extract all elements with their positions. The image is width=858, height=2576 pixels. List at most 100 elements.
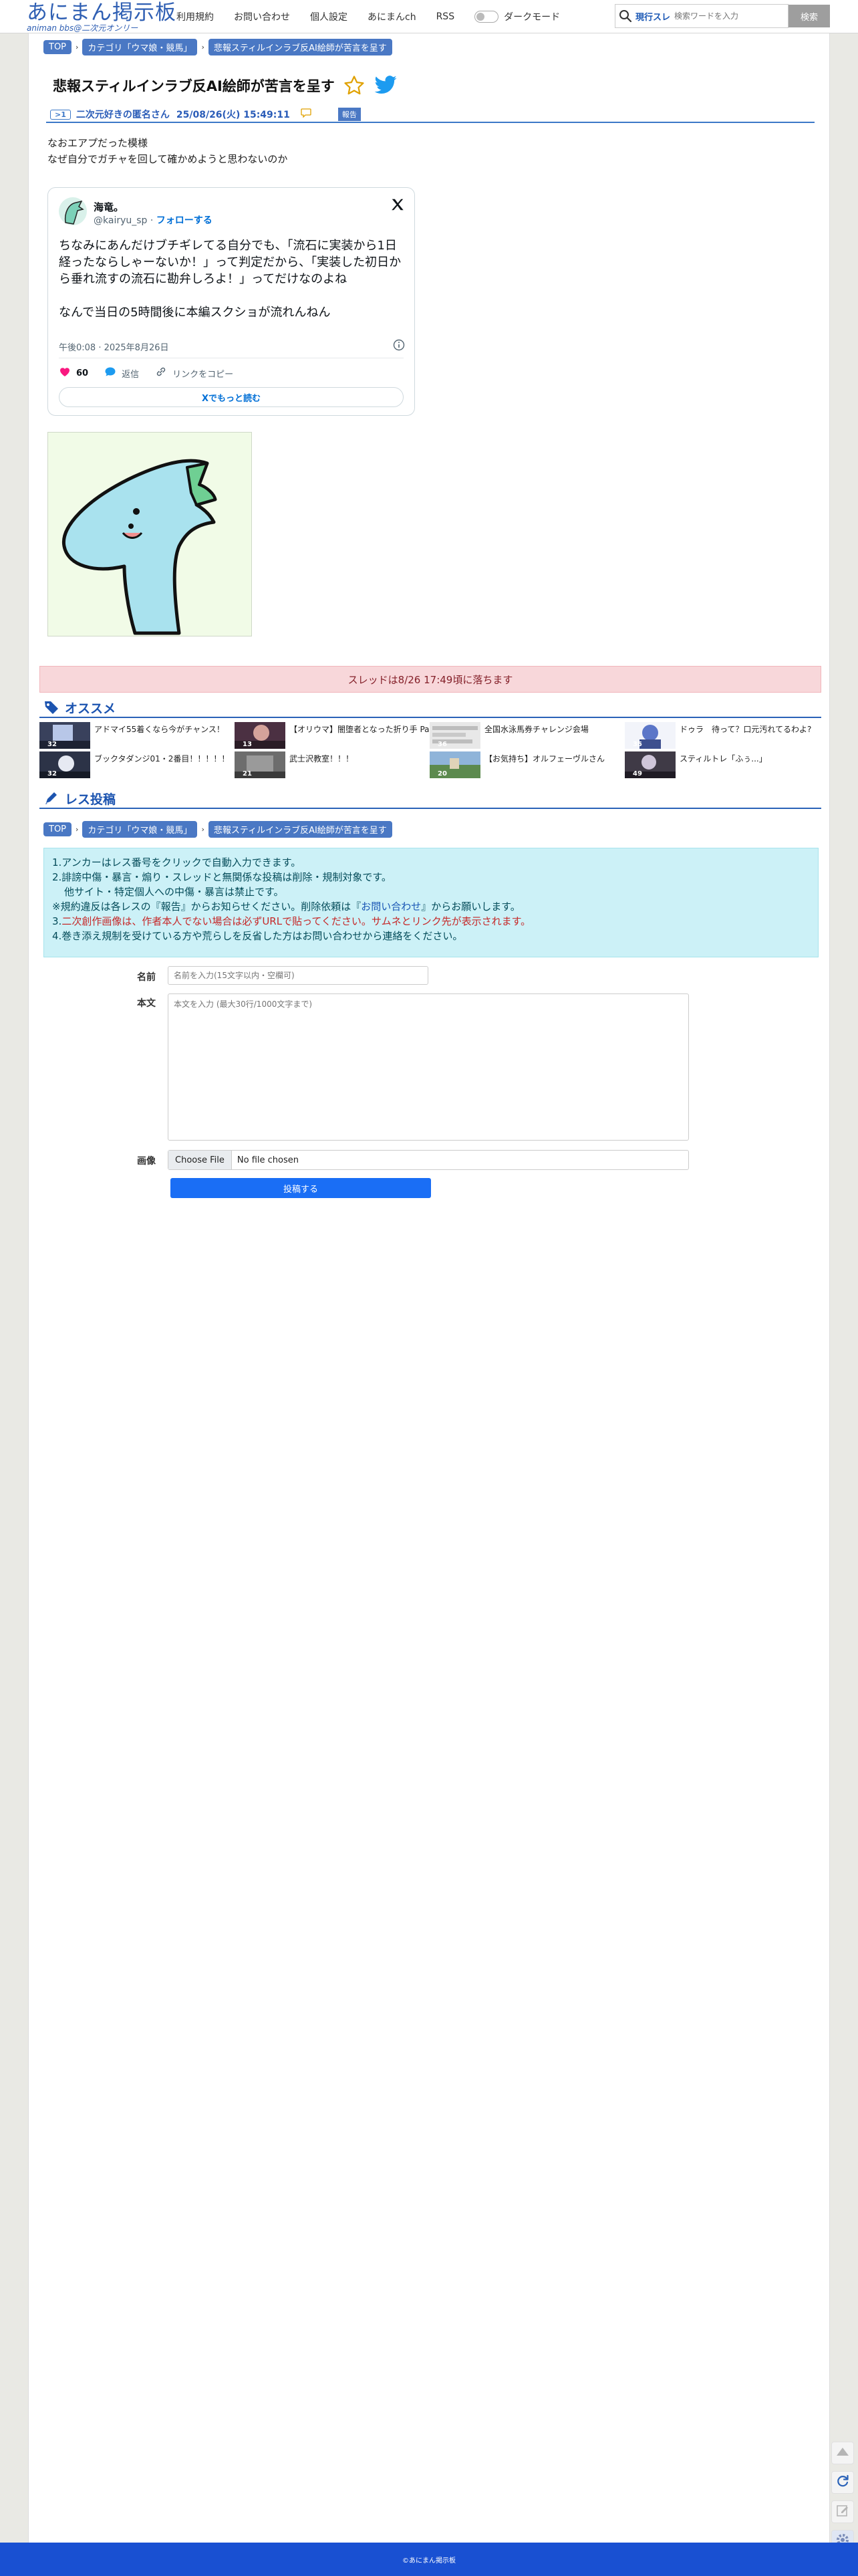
posting-rules: 1.アンカーはレス番号をクリックで自動入力できます。 2.誹謗中傷・暴言・煽り・… xyxy=(43,848,819,957)
search-category-select[interactable]: 現行スレ xyxy=(635,10,670,23)
recommend-count: 13 xyxy=(243,741,252,748)
choose-file-button[interactable]: Choose File xyxy=(168,1151,232,1169)
tweet-reply-label[interactable]: 返信 xyxy=(122,367,139,380)
breadcrumb-separator: › xyxy=(76,43,79,51)
recommend-item[interactable]: 49 スティルトレ「ふぅ...」 xyxy=(625,751,819,778)
search-icon xyxy=(615,6,635,26)
search-input[interactable] xyxy=(674,11,775,21)
search-box: 現行スレ xyxy=(615,4,789,28)
tweet-dot: · xyxy=(150,215,156,226)
speech-bubble-icon[interactable] xyxy=(104,366,116,380)
dark-mode-toggle[interactable] xyxy=(474,11,499,23)
site-logo[interactable]: あにまん掲示板 animan bbs@二次元オンリー xyxy=(27,1,176,33)
recommend-title-text[interactable]: ドゥラ 待って？口元汚れてるわよ? xyxy=(680,723,811,735)
dark-mode-label: ダークモード xyxy=(504,12,561,23)
thread-title: 悲報スティルインラブ反AI絵師が苦言を呈す xyxy=(53,78,335,94)
rule-text: 3. xyxy=(52,915,62,927)
recommend-count: 35 xyxy=(633,741,642,748)
recommend-title-text[interactable]: ブックタダンジ01・2番目！！！！！ xyxy=(94,753,229,764)
recommend-item[interactable]: 32 ブックタダンジ01・2番目！！！！！ xyxy=(39,751,233,778)
tweet-handle[interactable]: @kairyu_sp xyxy=(94,215,147,226)
breadcrumb-top[interactable]: TOP xyxy=(43,40,72,54)
recommend-title-text[interactable]: 【お気持ち】オルフェーヴルさん xyxy=(484,753,605,764)
rule-line: ※規約違反は各レスの『報告』からお知らせください。削除依頼は『お問い合わせ』から… xyxy=(52,899,810,914)
nav-terms[interactable]: 利用規約 xyxy=(176,10,214,23)
breadcrumb-thread[interactable]: 悲報スティルインラブ反AI絵師が苦言を呈す xyxy=(208,39,392,55)
tweet-text-para: ちなみにあんだけブチギレてる自分でも、「流石に実装から1日経ったならしゃーないか… xyxy=(59,239,402,286)
tag-icon xyxy=(43,700,59,715)
x-logo-icon[interactable] xyxy=(390,197,405,215)
footer: ©あにまん掲示板 xyxy=(0,2543,858,2576)
breadcrumb-separator: › xyxy=(201,825,204,834)
post-header: >1 二次元好きの匿名さん 25/08/26(火) 15:49:11 報告 xyxy=(46,107,815,123)
breadcrumb-top[interactable]: TOP xyxy=(43,822,72,836)
image-file-input[interactable]: Choose File No file chosen xyxy=(168,1150,689,1170)
post-line: なぜ自分でガチャを回して確かめようと思わないのか xyxy=(47,153,288,165)
poster-name: 二次元好きの匿名さん xyxy=(76,110,170,120)
body-textarea[interactable] xyxy=(168,993,689,1141)
tweet-text-gap xyxy=(59,287,406,304)
scroll-top-button[interactable] xyxy=(831,2442,854,2464)
nav-settings[interactable]: 個人設定 xyxy=(310,10,347,23)
rule-warning-text: 二次創作画像は、作者本人でない場合は必ずURLで貼ってください。サムネとリンク先… xyxy=(61,915,531,927)
link-icon[interactable] xyxy=(155,366,167,380)
recommend-title-text[interactable]: アドマイ55着くなら今がチャンス！ xyxy=(94,723,225,735)
recommend-title-text[interactable]: スティルトレ「ふぅ...」 xyxy=(680,753,767,764)
reply-icon[interactable] xyxy=(301,108,311,120)
post-image[interactable] xyxy=(47,432,252,636)
rule-text: 』からお願いします。 xyxy=(421,901,521,913)
file-status: No file chosen xyxy=(237,1155,299,1165)
breadcrumb-category[interactable]: カテゴリ「ウマ娘・競馬」 xyxy=(82,821,198,838)
write-button[interactable] xyxy=(831,2500,854,2523)
recommend-title-text[interactable]: 武士沢教室！！！ xyxy=(289,753,353,764)
recommend-item[interactable]: 35 ドゥラ 待って？口元汚れてるわよ? xyxy=(625,722,819,749)
recommend-count: 32 xyxy=(47,741,57,748)
breadcrumb-thread[interactable]: 悲報スティルインラブ反AI絵師が苦言を呈す xyxy=(208,821,392,838)
recommend-title-text[interactable]: 全国水泳馬券チャレンジ会場 xyxy=(484,723,589,735)
recommend-item[interactable]: 20 【お気持ち】オルフェーヴルさん xyxy=(430,751,623,778)
name-input[interactable] xyxy=(168,966,428,985)
like-count: 60 xyxy=(76,368,89,378)
rule-text: ※規約違反は各レスの『報告』からお知らせください。削除依頼は『 xyxy=(52,901,362,913)
recommend-item[interactable]: 21 武士沢教室！！！ xyxy=(235,751,428,778)
read-more-on-x-button[interactable]: Xでもっと読む xyxy=(59,387,404,407)
recommend-item[interactable]: 13 【オリウマ】闇堕者となった折り手 Part6 xyxy=(235,722,441,749)
recommend-count: 21 xyxy=(243,770,252,778)
nav-contact[interactable]: お問い合わせ xyxy=(234,10,290,23)
twitter-bird-icon[interactable] xyxy=(374,75,398,96)
main-column: TOP › カテゴリ「ウマ娘・競馬」 › 悲報スティルインラブ反AI絵師が苦言を… xyxy=(28,33,830,2543)
copy-link-label[interactable]: リンクをコピー xyxy=(172,367,233,380)
top-bar: あにまん掲示板 animan bbs@二次元オンリー 利用規約 お問い合わせ 個… xyxy=(0,0,858,33)
nav-rss[interactable]: RSS xyxy=(436,11,455,22)
refresh-icon xyxy=(835,2474,850,2491)
res-number[interactable]: >1 xyxy=(50,109,71,120)
tweet-author-name[interactable]: 海竜。 xyxy=(94,200,124,214)
reload-button[interactable] xyxy=(831,2471,854,2494)
tweet-handle-row: @kairyu_sp · フォローする xyxy=(94,213,212,227)
edit-icon xyxy=(836,2504,849,2520)
report-button[interactable]: 報告 xyxy=(337,108,361,121)
submit-post-button[interactable]: 投稿する xyxy=(170,1178,431,1198)
rule-line: 他サイト・特定個人への中傷・暴言は禁止です。 xyxy=(64,886,284,898)
tweet-text-para: なんで当日の5時間後に本編スクショが流れんねん xyxy=(59,306,331,320)
heart-icon[interactable] xyxy=(59,366,71,380)
breadcrumb-category[interactable]: カテゴリ「ウマ娘・競馬」 xyxy=(82,39,198,55)
tweet-timestamp[interactable]: 午後0:08 · 2025年8月26日 xyxy=(59,340,169,353)
contact-link[interactable]: お問い合わせ xyxy=(361,901,421,913)
tweet-follow-link[interactable]: フォローする xyxy=(156,215,212,226)
nav-animanch[interactable]: あにまんch xyxy=(368,10,416,23)
rule-line: 2.誹謗中傷・暴言・煽り・スレッドと無関係な投稿は削除・規制対象です。 xyxy=(52,871,392,883)
logo-main-text: あにまん掲示板 xyxy=(27,1,176,25)
breadcrumb-separator: › xyxy=(76,825,79,834)
recommend-count: 32 xyxy=(47,770,57,778)
breadcrumb-separator: › xyxy=(201,43,204,51)
recommend-item[interactable]: 36 全国水泳馬券チャレンジ会場 xyxy=(430,722,623,749)
rule-line: 4.巻き添え規制を受けている方や荒らしを反省した方はお問い合わせから連絡をくださ… xyxy=(52,930,463,942)
search-button[interactable]: 検索 xyxy=(789,5,830,27)
tweet-embed[interactable]: 海竜。 @kairyu_sp · フォローする ちなみにあんだけブチギレてる自分… xyxy=(47,187,415,416)
star-icon[interactable] xyxy=(343,74,366,97)
recommend-item[interactable]: 32 アドマイ55着くなら今がチャンス！ xyxy=(39,722,233,749)
recommend-title-text[interactable]: 【オリウマ】闇堕者となった折り手 Part6 xyxy=(289,723,441,735)
tweet-avatar[interactable] xyxy=(59,197,87,225)
info-icon[interactable] xyxy=(393,339,405,354)
